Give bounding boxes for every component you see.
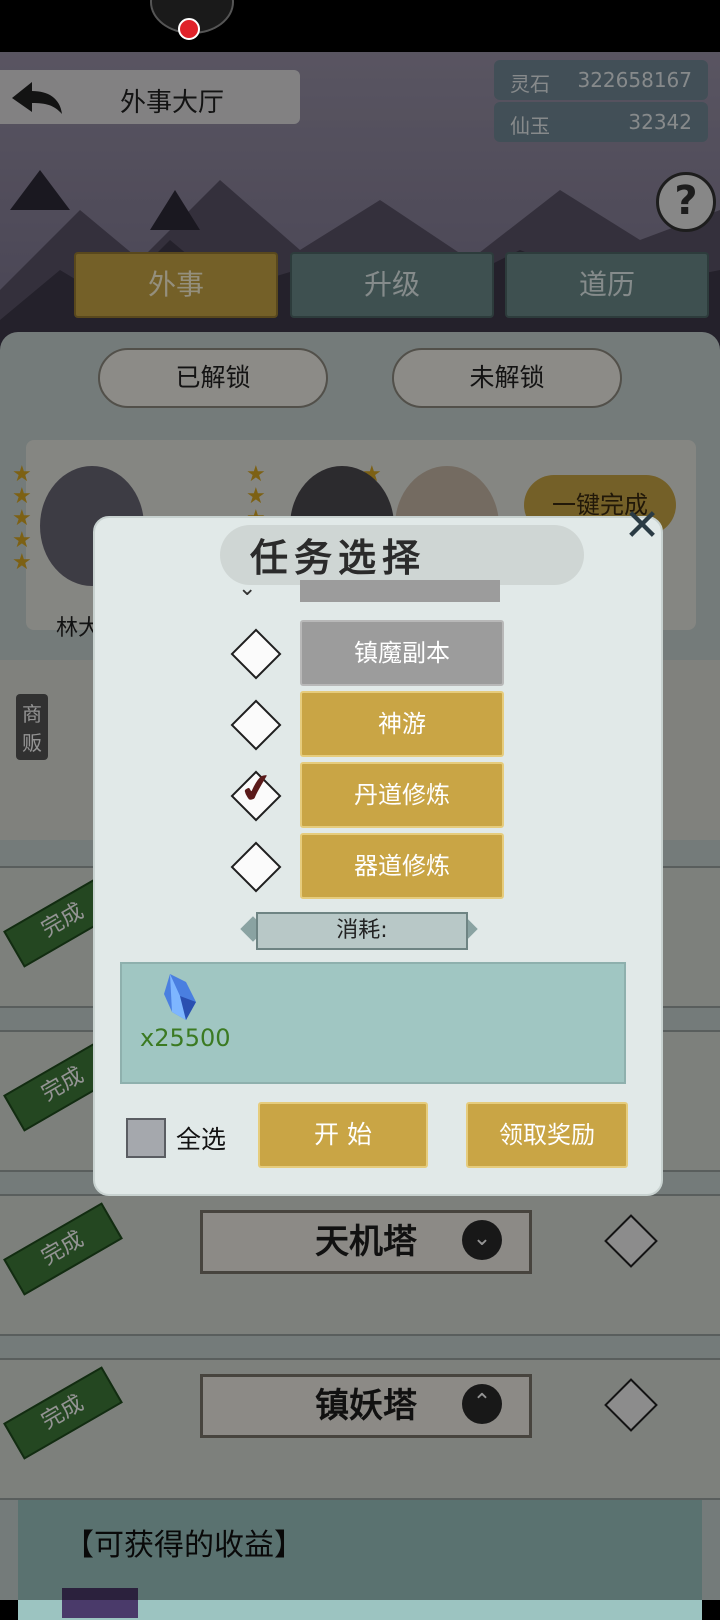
task-list[interactable]: 镇魔副本 神游 ✔ 丹道修炼 器道修炼 xyxy=(120,588,526,904)
list-item: 镇魔副本 xyxy=(120,620,526,686)
diamond-checkbox-icon[interactable] xyxy=(230,628,282,680)
list-item: 器道修炼 xyxy=(120,833,526,899)
start-button[interactable]: 开 始 xyxy=(258,1102,428,1168)
task-button-shenyou[interactable]: 神游 xyxy=(300,691,504,757)
cost-amount: x25500 xyxy=(140,1024,231,1052)
diamond-checkbox-icon[interactable] xyxy=(230,699,282,751)
select-all-checkbox[interactable] xyxy=(126,1118,166,1158)
task-button-zhenmo[interactable]: 镇魔副本 xyxy=(300,620,504,686)
list-item: ✔ 丹道修炼 xyxy=(120,762,526,828)
cost-label: 消耗: xyxy=(256,912,468,950)
task-button-dandao[interactable]: 丹道修炼 xyxy=(300,762,504,828)
claim-reward-button[interactable]: 领取奖励 xyxy=(466,1102,628,1168)
list-item: 神游 xyxy=(120,691,526,757)
notification-dot xyxy=(178,18,200,40)
status-bar xyxy=(0,0,720,52)
crystal-icon xyxy=(164,974,196,1020)
close-icon[interactable]: ✕ xyxy=(622,504,662,548)
task-button-qidao[interactable]: 器道修炼 xyxy=(300,833,504,899)
diamond-checkbox-icon[interactable] xyxy=(230,841,282,893)
select-all-label: 全选 xyxy=(176,1125,227,1154)
modal-title: 任务选择 xyxy=(250,535,427,580)
check-icon: ✔ xyxy=(236,763,278,815)
